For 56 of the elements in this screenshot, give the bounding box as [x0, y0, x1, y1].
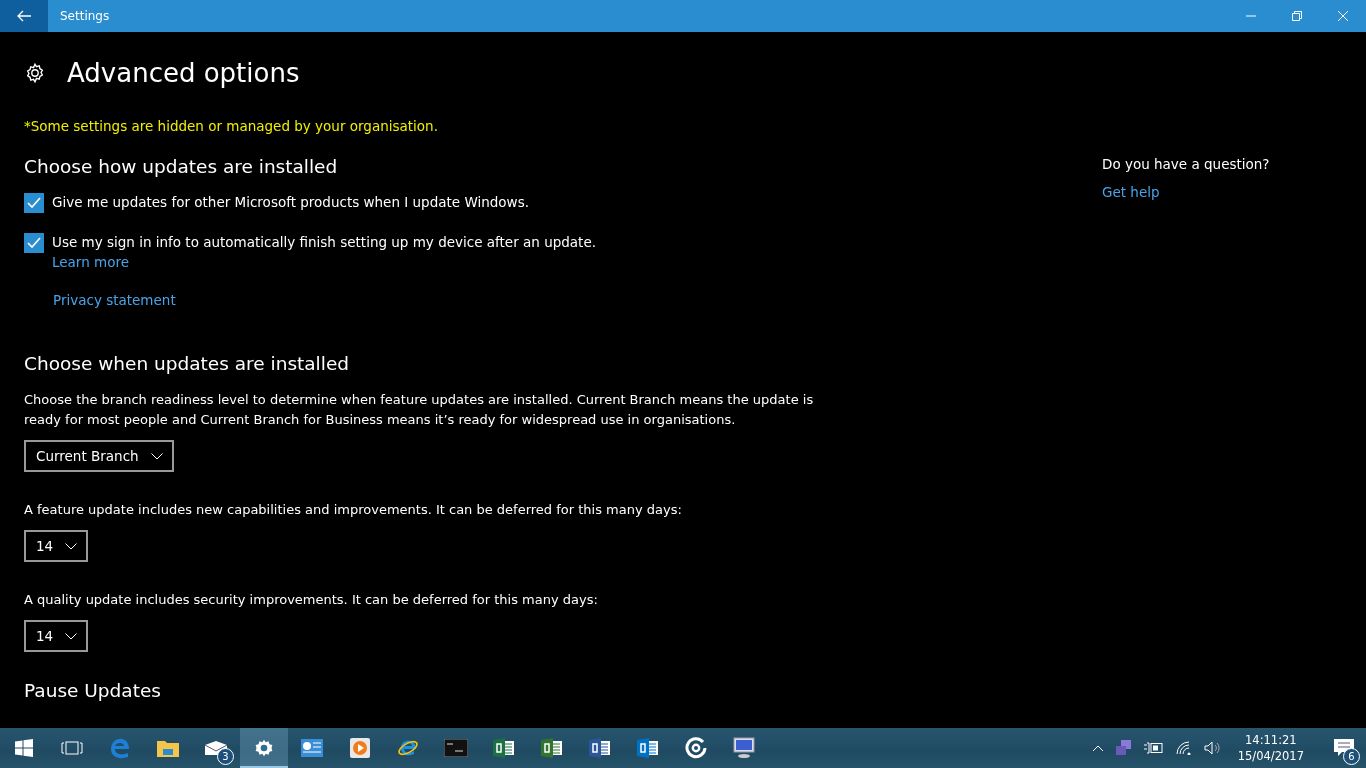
chevron-down-icon: [65, 632, 78, 640]
settings-taskbar-button[interactable]: [240, 728, 288, 768]
checkbox[interactable]: [24, 233, 44, 253]
wifi-icon[interactable]: [1175, 741, 1192, 755]
managed-notice: *Some settings are hidden or managed by your organisation.: [24, 118, 439, 134]
description-text: Choose the branch readiness level to determine when feature updates are installed. Current Branch means the update is ready for most people and Current Branch for Business means it’s ready for widespread use in organisations.: [24, 391, 815, 429]
media-player-icon: [350, 738, 370, 758]
task-view-icon: [61, 741, 83, 755]
mail-taskbar-button[interactable]: 3: [192, 728, 240, 768]
folder-icon: [157, 739, 179, 757]
get-help-link[interactable]: Get help: [1102, 184, 1160, 200]
excel-app-icon: [493, 738, 515, 758]
page-title: Advanced options: [67, 58, 300, 88]
section-heading: Pause Updates: [24, 680, 162, 701]
console-icon: [444, 739, 468, 757]
chevron-up-icon[interactable]: [1091, 744, 1104, 752]
back-button[interactable]: [0, 0, 48, 32]
checkbox-label: Use my sign in info to automatically finish setting up my device after an update.: [52, 234, 596, 250]
action-center-button[interactable]: 6: [1322, 728, 1366, 768]
help-question: Do you have a question?: [1102, 156, 1270, 172]
gear-icon: [24, 62, 46, 84]
browser-e-icon: [109, 737, 131, 759]
checkmark-icon: [27, 237, 41, 249]
count-badge: 3: [217, 748, 234, 765]
back-arrow-icon: [17, 10, 31, 22]
outlook-app-icon: [637, 738, 659, 758]
chevron-down-icon: [65, 542, 78, 550]
checkbox[interactable]: [24, 193, 44, 213]
privacy-link[interactable]: Privacy statement: [53, 292, 176, 308]
project-app-icon: [541, 738, 563, 758]
restore-icon: [1292, 11, 1302, 21]
network-computers-icon[interactable]: [1115, 740, 1132, 756]
monitor-icon: [733, 737, 755, 759]
dropdown[interactable]: 14: [24, 620, 89, 652]
gear-icon: [254, 738, 274, 758]
windows-logo-icon: [15, 739, 33, 757]
close-icon: [1338, 11, 1348, 21]
word-app-icon: [589, 738, 611, 758]
dropdown[interactable]: Current Branch: [24, 440, 174, 472]
battery-icon[interactable]: [1143, 742, 1164, 754]
clock-date[interactable]: 15/04/2017: [1237, 748, 1304, 764]
dropdown[interactable]: 14: [24, 530, 89, 562]
description-text: A feature update includes new capabilities and improvements. It can be deferred for this many days:: [24, 501, 683, 519]
clock-time[interactable]: 14:11:21: [1245, 732, 1297, 748]
window-title: Settings: [60, 9, 111, 23]
section-heading: Choose when updates are installed: [24, 353, 351, 374]
speaker-icon[interactable]: [1203, 741, 1220, 755]
checkbox-label: Give me updates for other Microsoft products when I update Windows.: [52, 194, 529, 210]
control-panel-icon: [301, 739, 323, 757]
checkmark-icon: [27, 197, 41, 209]
section-heading: Choose how updates are installed: [24, 156, 339, 177]
learn-more-link[interactable]: Learn more: [52, 254, 129, 270]
ring-icon: [685, 737, 707, 759]
description-text: A quality update includes security improvements. It can be deferred for this many days:: [24, 591, 599, 609]
count-badge: 6: [1343, 748, 1360, 765]
chevron-down-icon: [150, 452, 163, 460]
